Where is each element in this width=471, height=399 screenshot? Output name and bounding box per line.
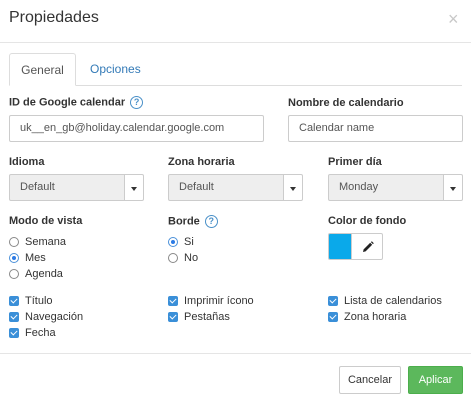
timezone-dropdown-button[interactable] xyxy=(283,174,303,201)
color-swatch[interactable] xyxy=(328,233,351,260)
view-mode-label: Modo de vista xyxy=(9,215,83,227)
apply-button[interactable]: Aplicar xyxy=(408,366,463,394)
first-day-label: Primer día xyxy=(328,156,382,168)
timezone-select[interactable]: Default xyxy=(168,174,303,201)
border-label-text: Borde xyxy=(168,215,200,228)
language-label: Idioma xyxy=(9,156,45,168)
google-id-input[interactable]: uk__en_gb@holiday.calendar.google.com xyxy=(9,115,264,142)
radio-button[interactable] xyxy=(9,237,19,247)
language-dropdown-button[interactable] xyxy=(124,174,144,201)
checkbox[interactable] xyxy=(168,312,178,322)
checkbox-label: Lista de calendarios xyxy=(344,295,442,307)
checkbox[interactable] xyxy=(9,312,19,322)
radio-label: Agenda xyxy=(25,268,63,280)
checkbox-label: Fecha xyxy=(25,327,56,339)
border-label: Borde? xyxy=(168,215,218,228)
footer-divider xyxy=(0,353,471,354)
calendar-name-label: Nombre de calendario xyxy=(288,97,404,109)
dialog-title: Propiedades xyxy=(9,9,99,26)
calendar-name-input[interactable]: Calendar name xyxy=(288,115,463,142)
checkbox-label: Imprimir ícono xyxy=(184,295,254,307)
radio-label: Si xyxy=(184,236,194,248)
dialog-header: Propiedades × xyxy=(0,0,471,43)
pencil-icon xyxy=(363,241,374,252)
tab-opciones[interactable]: Opciones xyxy=(79,53,152,86)
radio-label: No xyxy=(184,252,199,264)
radio-button[interactable] xyxy=(9,269,19,279)
color-edit-button[interactable] xyxy=(351,233,383,260)
radio-button-selected[interactable] xyxy=(9,253,19,263)
first-day-dropdown-button[interactable] xyxy=(443,174,463,201)
first-day-select[interactable]: Monday xyxy=(328,174,463,201)
properties-dialog: Propiedades × General Opciones ID de Goo… xyxy=(0,0,471,399)
checkbox[interactable] xyxy=(328,296,338,306)
radio-button[interactable] xyxy=(168,253,178,263)
help-icon[interactable]: ? xyxy=(130,96,144,109)
close-icon[interactable]: × xyxy=(448,10,459,28)
radio-button-selected[interactable] xyxy=(168,237,178,247)
checkbox[interactable] xyxy=(168,296,178,306)
chevron-down-icon xyxy=(450,187,456,191)
checkbox-label: Título xyxy=(25,295,53,307)
google-id-label-text: ID de Google calendar xyxy=(9,96,126,109)
checkbox[interactable] xyxy=(9,328,19,338)
checkbox[interactable] xyxy=(9,296,19,306)
timezone-select-value: Default xyxy=(168,174,284,201)
tab-bar: General Opciones xyxy=(9,53,462,86)
chevron-down-icon xyxy=(131,187,137,191)
cancel-button[interactable]: Cancelar xyxy=(339,366,401,394)
language-select[interactable]: Default xyxy=(9,174,144,201)
radio-label: Semana xyxy=(25,236,66,248)
language-select-value: Default xyxy=(9,174,125,201)
first-day-select-value: Monday xyxy=(328,174,444,201)
help-icon[interactable]: ? xyxy=(204,215,218,228)
tab-general[interactable]: General xyxy=(9,53,76,86)
checkbox[interactable] xyxy=(328,312,338,322)
chevron-down-icon xyxy=(290,187,296,191)
background-color-label: Color de fondo xyxy=(328,215,407,227)
checkbox-label: Zona horaria xyxy=(344,311,407,323)
google-id-label: ID de Google calendar? xyxy=(9,96,144,109)
checkbox-label: Pestañas xyxy=(184,311,230,323)
radio-label: Mes xyxy=(25,252,46,264)
timezone-label: Zona horaria xyxy=(168,156,235,168)
checkbox-label: Navegación xyxy=(25,311,84,323)
